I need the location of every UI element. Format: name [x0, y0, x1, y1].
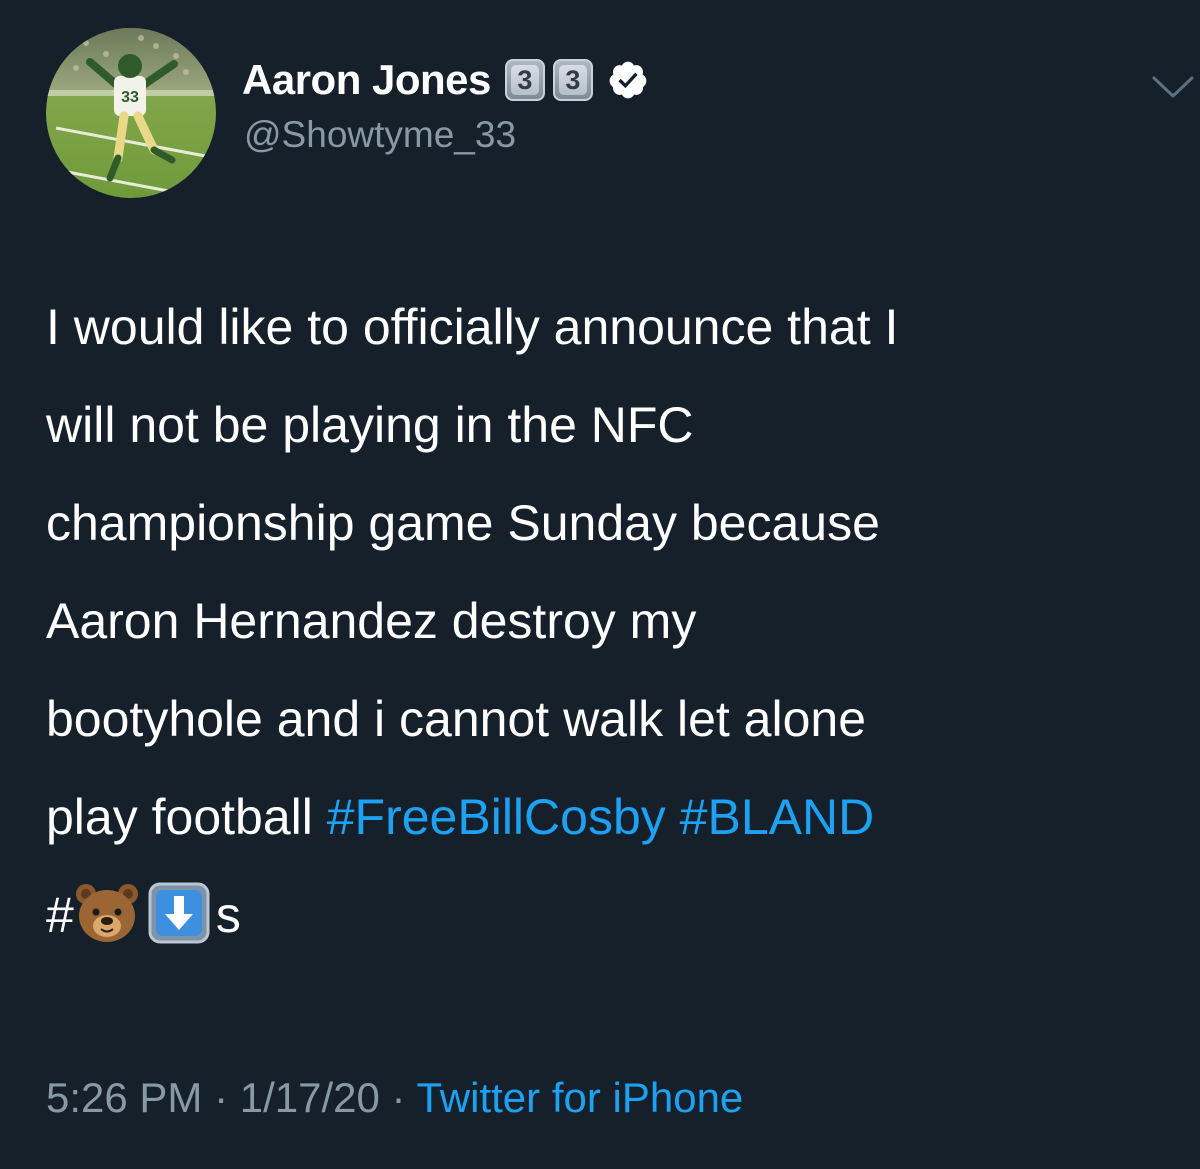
tweet-line: will not be playing in the NFC — [46, 397, 694, 453]
tweet-date[interactable]: 1/17/20 — [240, 1074, 380, 1121]
keycap-digit: 3 — [558, 65, 587, 95]
tweet-text-segment: play football — [46, 789, 327, 845]
svg-text:33: 33 — [121, 89, 139, 106]
tweet-time[interactable]: 5:26 PM — [46, 1074, 202, 1121]
tweet-source-link[interactable]: Twitter for iPhone — [416, 1074, 743, 1121]
football-player-avatar-icon: 33 — [46, 28, 216, 198]
hashtag-link[interactable]: #FreeBillCosby — [327, 789, 666, 845]
display-name[interactable]: Aaron Jones — [242, 56, 491, 104]
chevron-down-icon[interactable] — [1150, 72, 1196, 102]
tweet-text: I would like to officially announce that… — [46, 278, 1176, 964]
hashtag-link[interactable]: #BLAND — [680, 789, 875, 845]
tweet-line: I would like to officially announce that… — [46, 299, 899, 355]
down-arrow-emoji-icon — [148, 882, 210, 944]
tweet-line: play football #FreeBillCosby #BLAND — [46, 768, 1176, 866]
verified-badge-icon — [609, 61, 647, 99]
tweet-line: bootyhole and i cannot walk let alone — [46, 691, 867, 747]
tweet-line: Aaron Hernandez destroy my — [46, 593, 697, 649]
tweet-card: 33 Aaron Jones 3 3 @Showtyme_33 I would … — [0, 0, 1200, 1169]
tweet-line: championship game Sunday because — [46, 495, 880, 551]
separator: · — [202, 1074, 240, 1121]
tweet-line: # s — [46, 866, 1176, 964]
keycap-digit: 3 — [510, 65, 539, 95]
bear-face-emoji-icon — [75, 883, 138, 942]
author-handle[interactable]: @Showtyme_33 — [244, 114, 516, 156]
hash-symbol: # — [46, 887, 74, 943]
avatar[interactable]: 33 — [46, 28, 216, 198]
separator: · — [379, 1074, 417, 1121]
author-name-row[interactable]: Aaron Jones 3 3 — [242, 54, 649, 106]
tweet-meta: 5:26 PM · 1/17/20 · Twitter for iPhone — [46, 1074, 743, 1122]
tweet-text-segment: s — [215, 887, 241, 943]
keycap-three-emoji-icon: 3 — [552, 59, 593, 101]
keycap-three-emoji-icon: 3 — [504, 59, 545, 101]
